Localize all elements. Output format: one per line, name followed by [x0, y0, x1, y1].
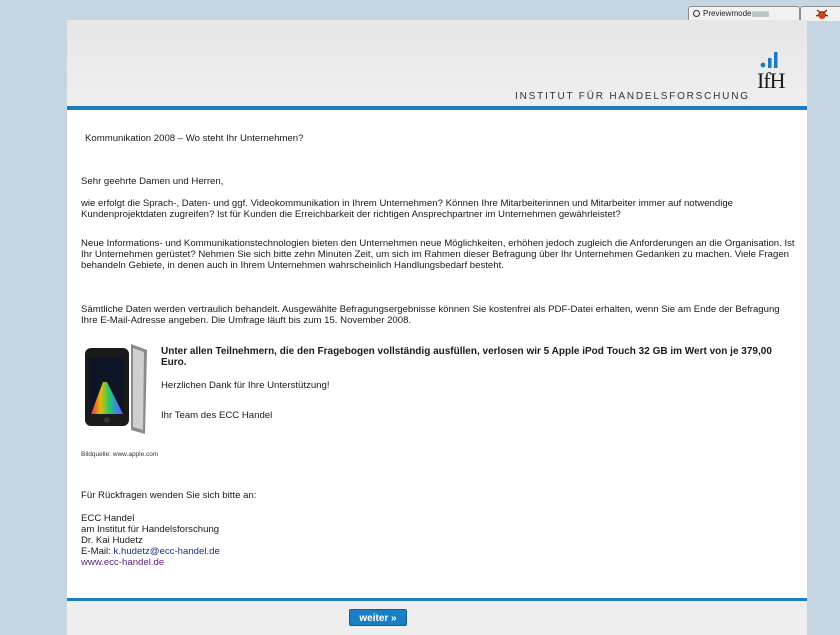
browser-toolbar: Previewmode▦▦▦: [0, 0, 840, 21]
contact-org: ECC Handel: [81, 513, 135, 524]
logo-text: IfH: [757, 68, 786, 93]
thanks-text: Herzlichen Dank für Ihre Unterstützung!: [161, 380, 330, 391]
letter-subject: Kommunikation 2008 – Wo steht Ihr Untern…: [85, 133, 304, 144]
contact-person: Dr. Kai Hudetz: [81, 535, 143, 546]
preview-mode-tab[interactable]: Previewmode▦▦▦: [688, 6, 800, 21]
signature-text: Ihr Team des ECC Handel: [161, 410, 273, 421]
preview-mode-label: Previewmode: [703, 9, 752, 18]
header-divider: [67, 106, 807, 110]
contact-email-line: E-Mail: k.hudetz@ecc-handel.de: [81, 546, 796, 557]
firebug-icon: [815, 9, 829, 19]
raffle-text: Unter allen Teilnehmern, die den Fragebo…: [161, 346, 772, 368]
firebug-tab[interactable]: [800, 6, 840, 21]
letter-paragraph-1: wie erfolgt die Sprach-, Daten- und ggf.…: [81, 198, 734, 220]
letter-paragraph-3: Sämtliche Daten werden vertraulich behan…: [81, 304, 780, 326]
email-link[interactable]: k.hudetz@ecc-handel.de: [114, 546, 220, 557]
institute-name: INSTITUT FÜR HANDELSFORSCHUNG: [515, 91, 750, 102]
survey-page: IfH INSTITUT FÜR HANDELSFORSCHUNG Kommun…: [67, 20, 807, 635]
contact-intro: Für Rückfragen wenden Sie sich bitte an:: [81, 490, 257, 501]
letter-paragraph-2: Neue Informations- und Kommunikationstec…: [81, 238, 795, 271]
image-credit: Bildquelle: www.apple.com: [81, 451, 159, 458]
contact-institute: am Institut für Handelsforschung: [81, 524, 220, 535]
magnifier-icon: [693, 10, 700, 17]
ipod-image: [85, 344, 147, 434]
next-button[interactable]: weiter »: [349, 609, 407, 626]
letter-greeting: Sehr geehrte Damen und Herren,: [81, 176, 224, 187]
page-footer: [67, 601, 807, 635]
ifh-logo-icon: IfH: [757, 50, 793, 94]
website-link[interactable]: www.ecc-handel.de: [81, 557, 164, 568]
grid-icon: ▦▦▦: [751, 11, 769, 18]
contact-website-line: www.ecc-handel.de: [81, 557, 796, 568]
email-label: E-Mail:: [81, 546, 114, 557]
page-header: IfH INSTITUT FÜR HANDELSFORSCHUNG: [67, 20, 807, 106]
